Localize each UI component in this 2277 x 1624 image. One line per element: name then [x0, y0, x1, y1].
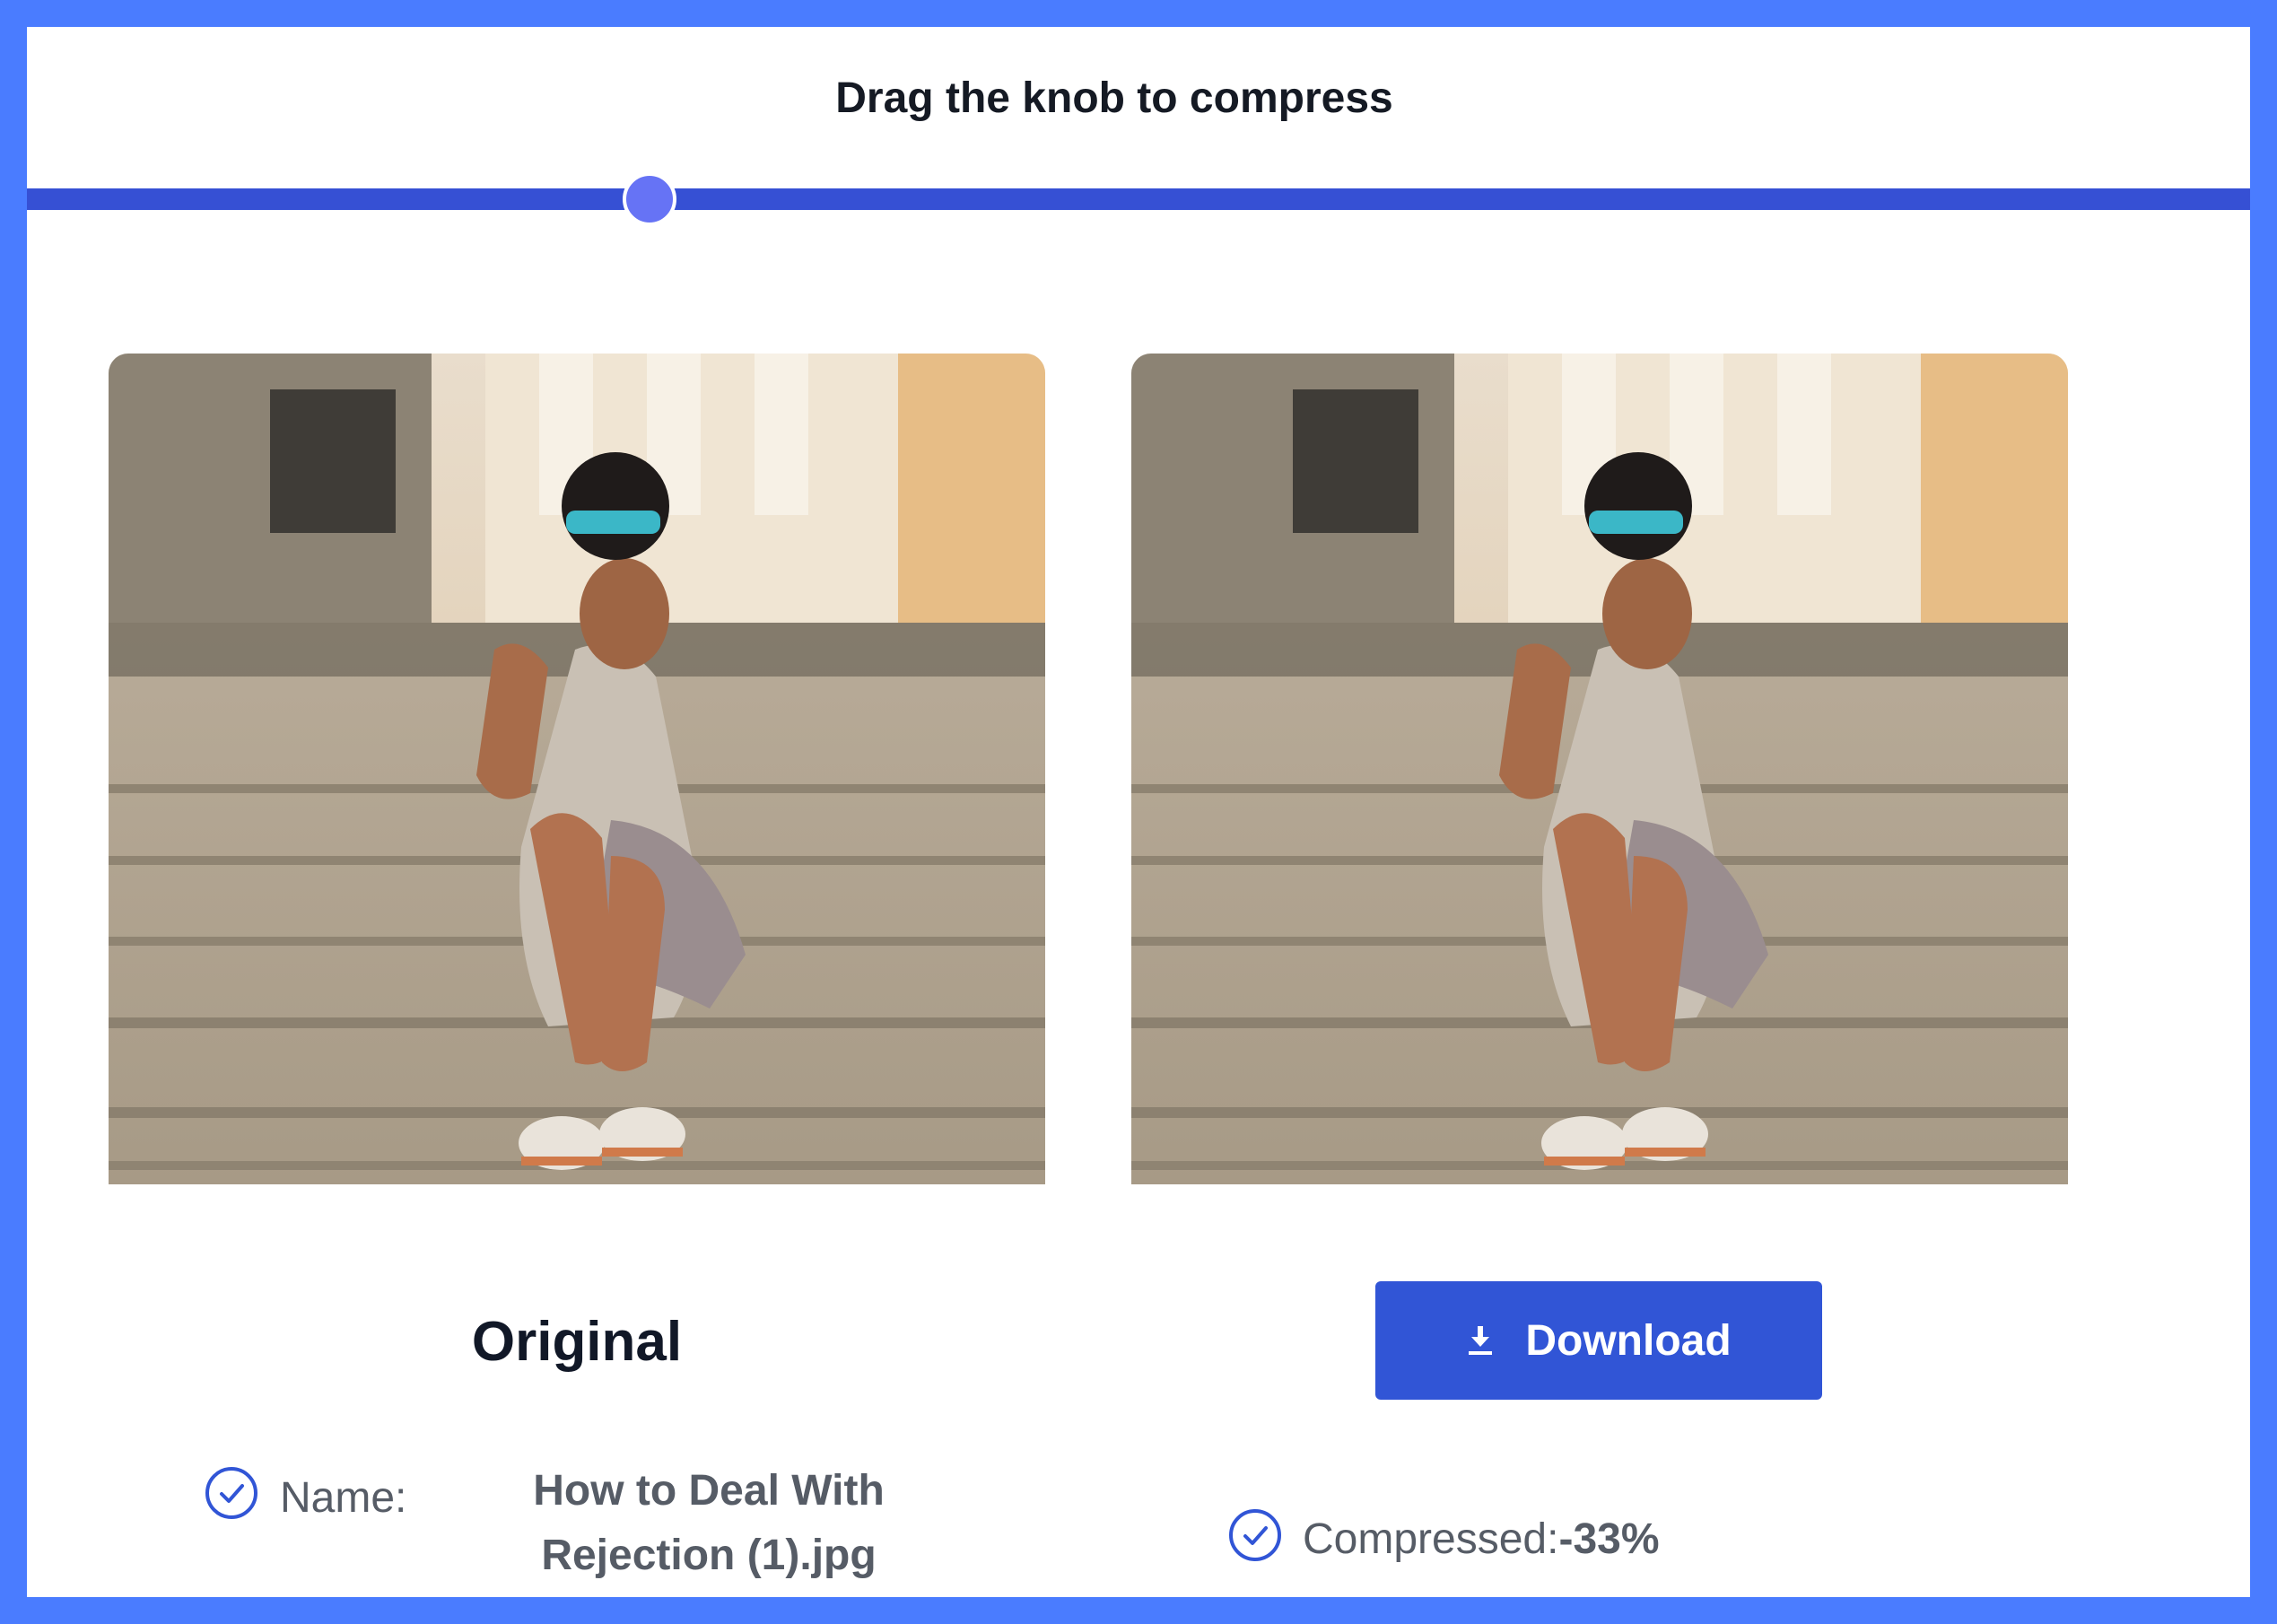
check-circle-icon [1229, 1509, 1281, 1561]
file-name-line-1: How to Deal With [533, 1467, 885, 1515]
file-name-value: How to Deal With Rejection (1).jpg [475, 1459, 942, 1588]
compressed-value: -33% [1558, 1515, 1660, 1563]
file-name-line-2: Rejection (1).jpg [541, 1532, 877, 1579]
check-circle-icon [205, 1467, 257, 1519]
download-button[interactable]: Download [1375, 1281, 1822, 1400]
compressed-label: Compressed: [1303, 1515, 1559, 1563]
compression-slider-track[interactable] [27, 188, 2250, 210]
slider-instruction: Drag the knob to compress [835, 74, 1393, 122]
compressed-image [1131, 354, 2068, 1184]
compression-result: Compressed:-33% [1303, 1515, 1660, 1564]
download-button-label: Download [1525, 1316, 1732, 1365]
compressor-panel: Drag the knob to compress Original Downl… [27, 27, 2250, 1597]
file-name-label: Name: [280, 1474, 407, 1522]
download-icon [1469, 1326, 1493, 1355]
compression-slider-knob[interactable] [622, 172, 676, 226]
original-image [109, 354, 1045, 1184]
original-label: Original [471, 1311, 683, 1373]
